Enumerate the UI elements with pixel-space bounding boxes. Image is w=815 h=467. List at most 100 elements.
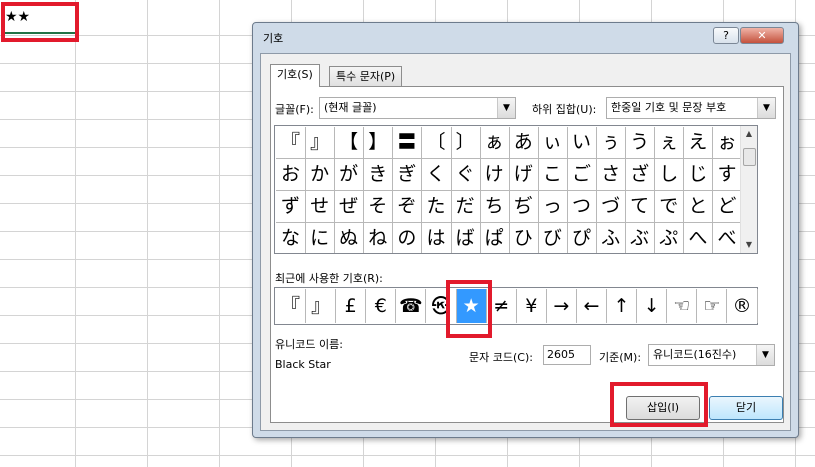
symbol-cell[interactable]: っ bbox=[537, 191, 568, 223]
symbol-cell[interactable]: ぅ bbox=[596, 127, 627, 159]
symbol-cell[interactable]: 【 bbox=[334, 127, 365, 159]
help-icon: ? bbox=[723, 29, 729, 42]
symbol-cell[interactable]: き bbox=[363, 159, 394, 191]
symbol-cell[interactable]: が bbox=[334, 159, 365, 191]
symbol-cell[interactable]: ぷ bbox=[654, 223, 685, 253]
symbol-cell[interactable]: さ bbox=[596, 159, 627, 191]
recent-symbol-cell[interactable]: 』 bbox=[306, 289, 337, 323]
scroll-thumb[interactable] bbox=[743, 148, 756, 166]
recent-symbol-cell[interactable]: ↓ bbox=[637, 289, 668, 323]
scroll-up-icon[interactable]: ▲ bbox=[741, 126, 757, 142]
recent-symbol-cell[interactable]: ☞ bbox=[697, 289, 728, 323]
symbol-cell[interactable]: ば bbox=[451, 223, 481, 253]
symbol-cell[interactable]: く bbox=[421, 159, 452, 191]
symbol-cell[interactable]: け bbox=[479, 159, 510, 191]
symbol-cell[interactable]: ふ bbox=[596, 223, 627, 253]
symbol-cell[interactable]: ぎ bbox=[392, 159, 423, 191]
symbol-cell[interactable]: こ bbox=[537, 159, 568, 191]
symbol-cell[interactable]: ざ bbox=[625, 159, 656, 191]
font-dropdown[interactable]: (현재 글꼴) ▼ bbox=[319, 97, 516, 119]
symbol-cell[interactable]: は bbox=[422, 223, 452, 253]
symbol-cell[interactable]: か bbox=[305, 159, 336, 191]
symbol-grid-scrollbar[interactable]: ▲ ▼ bbox=[740, 126, 757, 253]
symbol-cell[interactable]: て bbox=[625, 191, 656, 223]
symbol-grid[interactable]: 『』【】〓〔〕ぁあぃいぅうぇえぉおかがきぎくぐけげこごさざしじすずせぜそぞただち… bbox=[274, 125, 758, 254]
symbol-cell[interactable]: つ bbox=[567, 191, 597, 223]
tab-special-characters[interactable]: 특수 문자(P) bbox=[329, 66, 403, 86]
symbol-cell[interactable]: ぢ bbox=[508, 191, 539, 223]
symbol-cell[interactable]: の bbox=[392, 223, 423, 253]
symbol-cell[interactable]: ぬ bbox=[334, 223, 365, 253]
recent-symbol-cell[interactable]: ★ bbox=[456, 289, 487, 323]
symbol-cell[interactable]: あ bbox=[508, 127, 539, 159]
symbol-cell[interactable]: 』 bbox=[305, 127, 336, 159]
symbol-cell[interactable]: と bbox=[683, 191, 714, 223]
symbol-cell[interactable]: び bbox=[538, 223, 568, 253]
scroll-down-icon[interactable]: ▼ bbox=[741, 237, 757, 253]
symbol-cell[interactable]: ひ bbox=[509, 223, 539, 253]
close-button[interactable]: 닫기 bbox=[709, 396, 783, 420]
symbol-cell[interactable]: い bbox=[567, 127, 597, 159]
symbol-cell[interactable]: げ bbox=[508, 159, 539, 191]
symbol-cell[interactable]: じ bbox=[683, 159, 714, 191]
symbol-cell[interactable]: ぉ bbox=[712, 127, 743, 159]
symbol-cell[interactable]: づ bbox=[596, 191, 627, 223]
symbol-cell[interactable]: ど bbox=[712, 191, 743, 223]
recent-symbol-cell[interactable]: ← bbox=[577, 289, 607, 323]
help-button[interactable]: ? bbox=[713, 27, 739, 44]
symbol-cell[interactable]: ぶ bbox=[625, 223, 656, 253]
symbol-cell[interactable]: せ bbox=[305, 191, 336, 223]
symbol-cell[interactable]: 〕 bbox=[450, 127, 481, 159]
symbol-cell[interactable]: で bbox=[654, 191, 685, 223]
symbol-cell[interactable]: ず bbox=[276, 191, 306, 223]
recent-symbol-cell[interactable]: 『 bbox=[276, 289, 306, 323]
symbol-cell[interactable]: ぴ bbox=[567, 223, 597, 253]
symbol-cell[interactable]: ぃ bbox=[537, 127, 568, 159]
symbol-cell[interactable]: ぁ bbox=[479, 127, 510, 159]
recent-symbol-cell[interactable]: ☎ bbox=[396, 289, 427, 323]
close-window-button[interactable]: ✕ bbox=[740, 27, 784, 44]
symbol-cell[interactable]: た bbox=[421, 191, 452, 223]
recent-symbol-cell[interactable]: ☜ bbox=[667, 289, 698, 323]
from-dropdown[interactable]: 유니코드(16진수) ▼ bbox=[648, 344, 775, 366]
dialog-titlebar[interactable]: 기호 ? ✕ bbox=[253, 23, 798, 51]
symbol-cell[interactable]: 『 bbox=[276, 127, 306, 159]
recent-symbol-cell[interactable]: ≠ bbox=[487, 289, 517, 323]
symbol-cell[interactable]: べ bbox=[713, 223, 743, 253]
symbol-cell[interactable]: に bbox=[305, 223, 336, 253]
recent-symbol-cell[interactable]: ® bbox=[728, 289, 758, 323]
recent-symbol-cell[interactable]: ¥ bbox=[517, 289, 547, 323]
symbol-cell[interactable]: ぜ bbox=[334, 191, 365, 223]
symbol-cell[interactable]: ち bbox=[479, 191, 510, 223]
tab-symbols[interactable]: 기호(S) bbox=[270, 64, 320, 87]
symbol-cell[interactable]: し bbox=[654, 159, 685, 191]
symbol-cell[interactable]: ぇ bbox=[654, 127, 685, 159]
symbol-cell[interactable]: ぱ bbox=[480, 223, 510, 253]
symbol-cell[interactable]: ご bbox=[567, 159, 597, 191]
insert-button[interactable]: 삽입(I) bbox=[626, 396, 700, 420]
subset-dropdown[interactable]: 한중일 기호 및 문장 부호 ▼ bbox=[606, 97, 776, 119]
symbol-cell[interactable]: す bbox=[712, 159, 743, 191]
symbol-cell[interactable]: ぐ bbox=[450, 159, 481, 191]
cell-a1[interactable]: ★★ bbox=[3, 6, 75, 33]
symbol-cell[interactable]: そ bbox=[363, 191, 394, 223]
symbol-cell[interactable]: え bbox=[683, 127, 714, 159]
symbol-cell[interactable]: ね bbox=[363, 223, 394, 253]
symbol-cell[interactable]: う bbox=[625, 127, 656, 159]
symbol-cell[interactable]: 〓 bbox=[392, 127, 423, 159]
from-label: 기준(M): bbox=[599, 351, 642, 364]
recent-symbol-cell[interactable]: £ bbox=[336, 289, 367, 323]
recent-symbol-cell[interactable]: € bbox=[366, 289, 397, 323]
char-code-input[interactable]: 2605 bbox=[543, 345, 591, 365]
symbol-cell[interactable]: ぞ bbox=[392, 191, 423, 223]
symbol-cell[interactable]: 】 bbox=[363, 127, 394, 159]
symbol-cell[interactable]: 〔 bbox=[421, 127, 452, 159]
symbol-cell[interactable]: な bbox=[276, 223, 306, 253]
recent-symbol-cell[interactable]: ↑ bbox=[607, 289, 638, 323]
recent-symbol-cell[interactable]: → bbox=[547, 289, 577, 323]
symbol-cell[interactable]: へ bbox=[683, 223, 714, 253]
recent-symbol-cell[interactable]: ㉿ bbox=[427, 289, 457, 323]
from-value: 유니코드(16진수) bbox=[653, 348, 737, 361]
symbol-cell[interactable]: お bbox=[276, 159, 306, 191]
symbol-cell[interactable]: だ bbox=[450, 191, 481, 223]
